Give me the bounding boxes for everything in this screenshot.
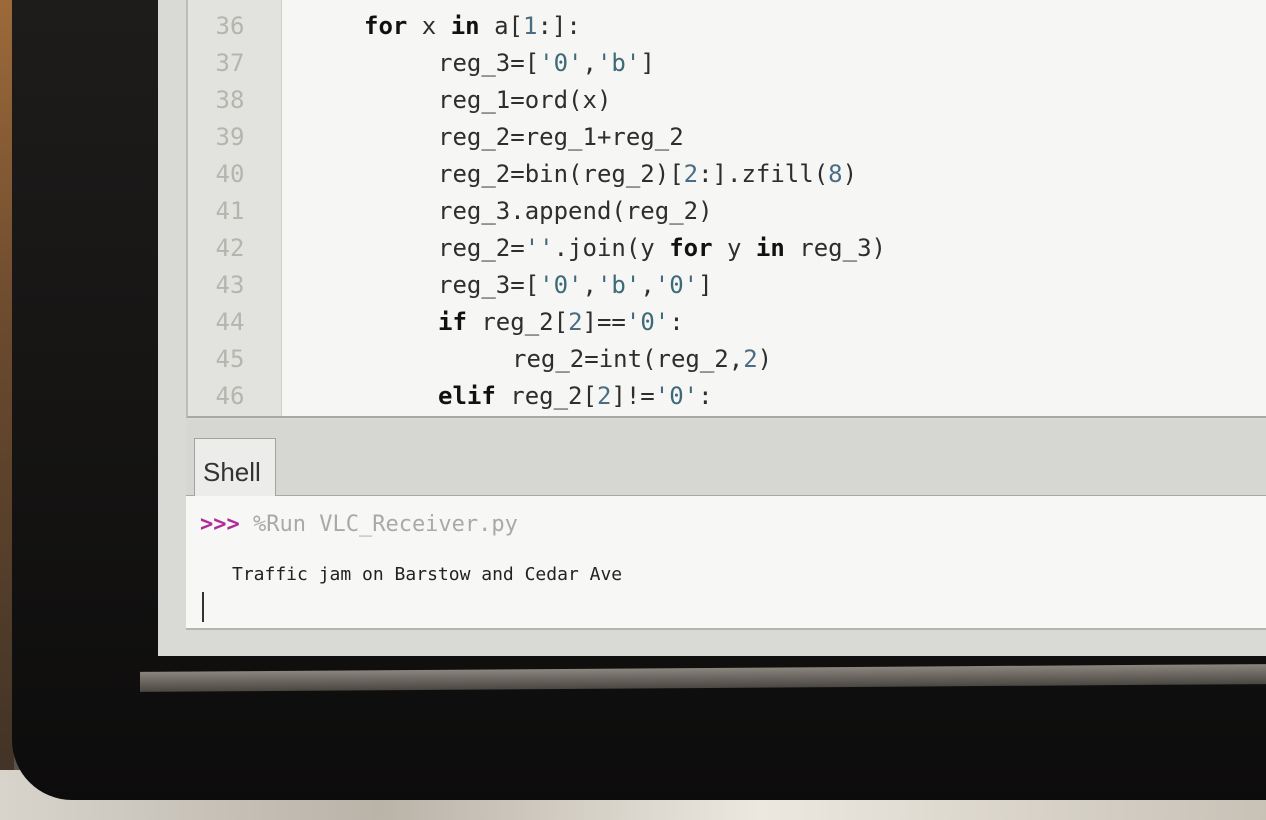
code-text: reg_2=''.join(y for y in reg_3) xyxy=(438,234,886,262)
line-number: 45 xyxy=(215,345,245,373)
line-number: 42 xyxy=(215,234,245,262)
monitor-screen: 36 for x in a[1:]: 37 reg_3=['0','b'] 38… xyxy=(158,0,1266,656)
code-text: reg_3=['0','b'] xyxy=(438,49,655,77)
code-text: elif reg_2[2]!='0': xyxy=(438,382,713,410)
shell-console[interactable]: >>> %Run VLC_Receiver.py Traffic jam on … xyxy=(186,496,1266,630)
code-text: reg_2=reg_1+reg_2 xyxy=(438,123,684,151)
code-line: 43 reg_3=['0','b','0'] xyxy=(188,271,1266,308)
code-text: for x in a[1:]: xyxy=(364,12,581,40)
shell-prompt-line: >>> %Run VLC_Receiver.py xyxy=(200,512,518,537)
code-text: reg_2=int(reg_2,2) xyxy=(512,345,773,373)
shell-tab-bar: Shell xyxy=(186,420,1266,498)
line-number: 39 xyxy=(215,123,245,151)
code-line: 40 reg_2=bin(reg_2)[2:].zfill(8) xyxy=(188,160,1266,197)
code-line: 45 reg_2=int(reg_2,2) xyxy=(188,345,1266,382)
line-number: 40 xyxy=(215,160,245,188)
line-number: 43 xyxy=(215,271,245,299)
line-number: 46 xyxy=(215,382,245,410)
line-number: 36 xyxy=(215,12,245,40)
code-editor[interactable]: 36 for x in a[1:]: 37 reg_3=['0','b'] 38… xyxy=(186,0,1266,418)
line-number: 37 xyxy=(215,49,245,77)
code-line: 41 reg_3.append(reg_2) xyxy=(188,197,1266,234)
code-line: 46 elif reg_2[2]!='0': xyxy=(188,382,1266,416)
line-number: 41 xyxy=(215,197,245,225)
code-line: 42 reg_2=''.join(y for y in reg_3) xyxy=(188,234,1266,271)
code-text: reg_2=bin(reg_2)[2:].zfill(8) xyxy=(438,160,858,188)
code-text: reg_3.append(reg_2) xyxy=(438,197,713,225)
code-line: 39 reg_2=reg_1+reg_2 xyxy=(188,123,1266,160)
shell-output: Traffic jam on Barstow and Cedar Ave xyxy=(232,564,623,585)
code-line: 38 reg_1=ord(x) xyxy=(188,86,1266,123)
line-number: 44 xyxy=(215,308,245,336)
code-text: reg_3=['0','b','0'] xyxy=(438,271,713,299)
code-line: 37 reg_3=['0','b'] xyxy=(188,49,1266,86)
code-line: 36 for x in a[1:]: xyxy=(188,12,1266,49)
prompt-symbol: >>> xyxy=(200,512,240,537)
text-cursor xyxy=(202,592,204,622)
code-text: reg_1=ord(x) xyxy=(438,86,612,114)
run-command: %Run VLC_Receiver.py xyxy=(253,512,518,537)
tab-shell[interactable]: Shell xyxy=(194,438,276,498)
line-number: 38 xyxy=(215,86,245,114)
code-line: 44 if reg_2[2]=='0': xyxy=(188,308,1266,345)
code-text: if reg_2[2]=='0': xyxy=(438,308,684,336)
